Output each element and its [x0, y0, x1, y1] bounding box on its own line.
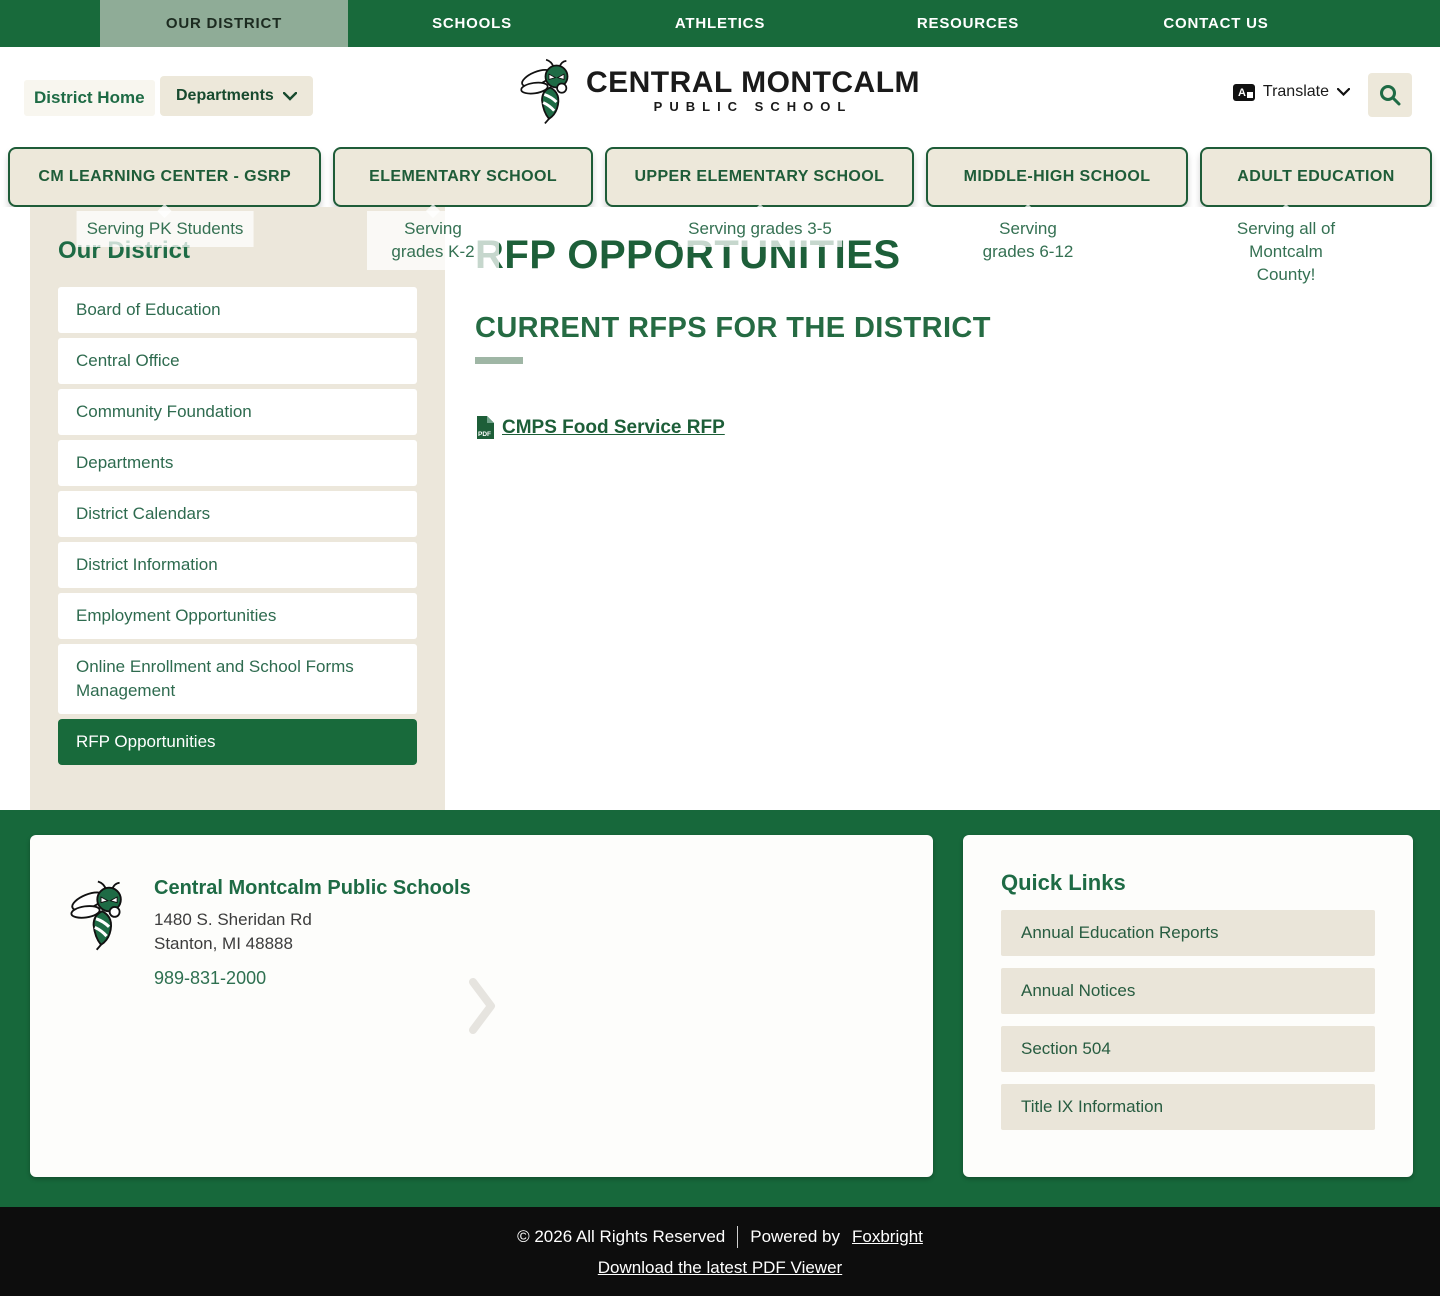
sidebar-our-district: Our District Board of Education Central …: [30, 207, 445, 810]
pdf-link-row: PDF CMPS Food Service RFP: [475, 416, 1400, 439]
school-subtitle-cm-learning-center: Serving PK Students: [77, 211, 254, 247]
school-subtitle-elementary: Serving grades K-2: [367, 211, 499, 270]
footer-address-block: Central Montcalm Public Schools 1480 S. …: [154, 877, 471, 1135]
powered-by-text: Powered by: [750, 1227, 840, 1247]
foxbright-link[interactable]: Foxbright: [852, 1227, 923, 1247]
sidebar-item-rfp-opportunities[interactable]: RFP Opportunities: [58, 719, 417, 765]
pdf-viewer-download-link[interactable]: Download the latest PDF Viewer: [598, 1258, 842, 1278]
school-button-middle-high[interactable]: MIDDLE-HIGH SCHOOL: [926, 147, 1188, 207]
logo-wordmark: CENTRAL MONTCALM PUBLIC SCHOOL: [586, 67, 920, 115]
school-button-cm-learning-center[interactable]: CM LEARNING CENTER - GSRP: [8, 147, 321, 207]
search-button[interactable]: [1368, 73, 1412, 117]
nav-item-resources[interactable]: RESOURCES: [844, 0, 1092, 47]
nav-item-athletics[interactable]: ATHLETICS: [596, 0, 844, 47]
footer-phone-link[interactable]: 989-831-2000: [154, 968, 266, 989]
hornet-mascot-icon: [520, 55, 578, 127]
footer-address-card: Central Montcalm Public Schools 1480 S. …: [30, 835, 933, 1177]
nav-item-schools[interactable]: SCHOOLS: [348, 0, 596, 47]
sidebar-menu: Board of Education Central Office Commun…: [58, 287, 417, 765]
chevron-right-icon: [468, 977, 496, 1035]
nav-item-our-district[interactable]: OUR DISTRICT: [100, 0, 348, 47]
sidebar-item-board-of-education[interactable]: Board of Education: [58, 287, 417, 333]
rfp-document-link[interactable]: CMPS Food Service RFP: [502, 417, 725, 439]
quick-links-title: Quick Links: [1001, 870, 1375, 896]
copyright-row: © 2026 All Rights Reserved Powered by Fo…: [517, 1226, 923, 1248]
logo-subtitle: PUBLIC SCHOOL: [586, 99, 920, 115]
school-button-elementary[interactable]: ELEMENTARY SCHOOL: [333, 147, 592, 207]
school-buttons-row: CM LEARNING CENTER - GSRP ELEMENTARY SCH…: [0, 147, 1440, 207]
school-subtitle-upper-elementary: Serving grades 3-5: [678, 211, 842, 247]
chevron-down-icon: [283, 92, 297, 101]
school-button-adult-education[interactable]: ADULT EDUCATION: [1200, 147, 1432, 207]
chevron-down-icon: [1337, 88, 1350, 96]
footer-address-line1: 1480 S. Sheridan Rd: [154, 908, 471, 932]
quick-link-annual-notices[interactable]: Annual Notices: [1001, 968, 1375, 1014]
main-section: Our District Board of Education Central …: [0, 207, 1440, 810]
heading-accent-bar: [475, 357, 523, 364]
bottom-bar: © 2026 All Rights Reserved Powered by Fo…: [0, 1207, 1440, 1296]
school-subtitle-middle-high: Serving grades 6-12: [962, 211, 1094, 270]
hornet-mascot-icon: [70, 877, 132, 953]
quick-link-section-504[interactable]: Section 504: [1001, 1026, 1375, 1072]
sidebar-item-district-information[interactable]: District Information: [58, 542, 417, 588]
sidebar-item-central-office[interactable]: Central Office: [58, 338, 417, 384]
divider: [737, 1226, 738, 1248]
quick-link-title-ix[interactable]: Title IX Information: [1001, 1084, 1375, 1130]
sidebar-item-departments[interactable]: Departments: [58, 440, 417, 486]
top-navigation: OUR DISTRICT SCHOOLS ATHLETICS RESOURCES…: [0, 0, 1440, 47]
departments-dropdown[interactable]: Departments: [160, 76, 313, 116]
translate-button[interactable]: A Translate: [1233, 83, 1350, 101]
svg-text:A: A: [1238, 87, 1246, 99]
sidebar-item-employment-opportunities[interactable]: Employment Opportunities: [58, 593, 417, 639]
search-icon: [1379, 84, 1401, 106]
nav-item-contact-us[interactable]: CONTACT US: [1092, 0, 1340, 47]
footer-org-name: Central Montcalm Public Schools: [154, 877, 471, 900]
district-home-link[interactable]: District Home: [24, 80, 155, 116]
site-footer: Central Montcalm Public Schools 1480 S. …: [0, 810, 1440, 1207]
sidebar-item-district-calendars[interactable]: District Calendars: [58, 491, 417, 537]
translate-icon: A: [1233, 84, 1255, 101]
pdf-file-icon: PDF: [475, 416, 494, 439]
sidebar-item-community-foundation[interactable]: Community Foundation: [58, 389, 417, 435]
section-heading: Current RFPs for the District: [475, 312, 1400, 345]
quick-links-card: Quick Links Annual Education Reports Ann…: [963, 835, 1413, 1177]
svg-text:PDF: PDF: [478, 431, 491, 438]
site-logo[interactable]: CENTRAL MONTCALM PUBLIC SCHOOL: [520, 55, 920, 127]
site-header: District Home Departments CENTRAL MONTCA…: [0, 47, 1440, 147]
footer-address-line2: Stanton, MI 48888: [154, 932, 471, 956]
school-button-upper-elementary[interactable]: UPPER ELEMENTARY SCHOOL: [605, 147, 914, 207]
carousel-next-button[interactable]: [468, 977, 496, 1035]
page-content: RFP Opportunities Current RFPs for the D…: [445, 207, 1440, 810]
departments-dropdown-label: Departments: [176, 87, 274, 105]
school-subtitle-adult-education: Serving all of Montcalm County!: [1224, 211, 1348, 293]
sidebar-item-online-enrollment[interactable]: Online Enrollment and School Forms Manag…: [58, 644, 417, 714]
quick-link-annual-education-reports[interactable]: Annual Education Reports: [1001, 910, 1375, 956]
logo-title: CENTRAL MONTCALM: [586, 67, 920, 99]
translate-label: Translate: [1263, 83, 1329, 101]
copyright-text: © 2026 All Rights Reserved: [517, 1227, 725, 1247]
